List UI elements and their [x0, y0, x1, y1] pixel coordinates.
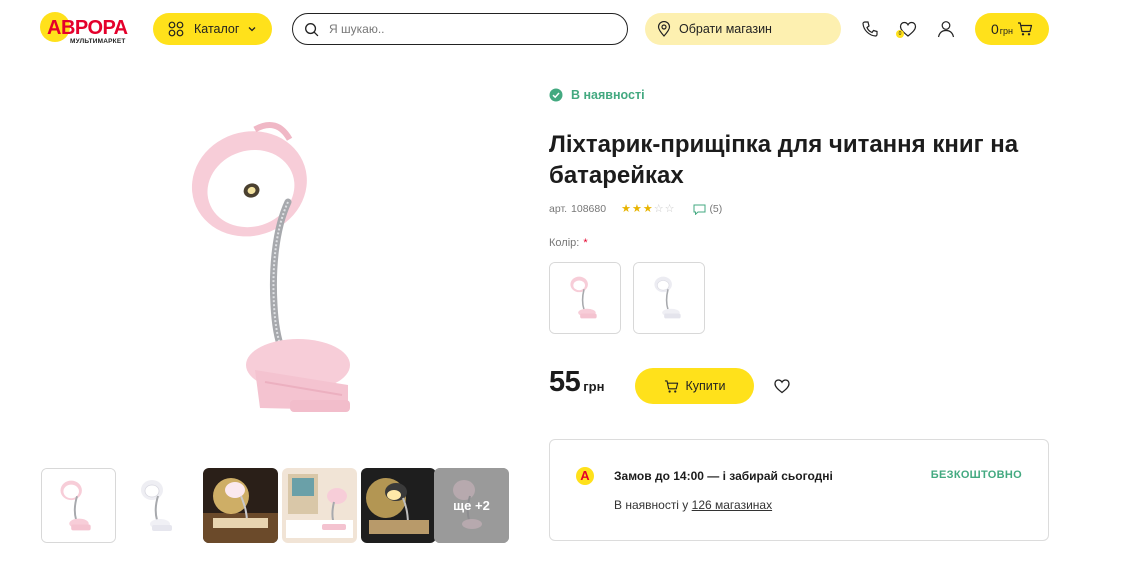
star-empty-icon: ☆ — [664, 202, 675, 215]
buy-button[interactable]: Купити — [635, 368, 754, 404]
cart-icon — [664, 379, 678, 393]
thumbnail-5[interactable] — [361, 468, 436, 543]
search-box — [292, 13, 628, 45]
catalog-button[interactable]: Каталог — [153, 13, 272, 45]
chevron-down-icon — [248, 27, 256, 32]
delivery-box: А Замов до 14:00 — і забирай сьогодні БЕ… — [549, 439, 1049, 541]
store-pickup-badge: А — [576, 467, 594, 485]
product-price: 55 грн — [549, 366, 604, 399]
availability-prefix: В наявності у — [614, 498, 689, 512]
phone-icon[interactable] — [860, 19, 880, 39]
search-icon[interactable] — [304, 22, 319, 37]
cart-button[interactable]: 0 грн — [975, 13, 1049, 45]
catalog-label: Каталог — [194, 22, 240, 36]
color-label-text: Колір: — [549, 237, 580, 249]
thumbnail-2[interactable] — [122, 468, 197, 543]
star-filled-icon: ★ — [642, 202, 653, 215]
comment-icon[interactable] — [693, 204, 706, 215]
price-value: 55 — [549, 366, 581, 398]
more-images-label: ще +2 — [453, 498, 490, 513]
product-title: Ліхтарик-прищіпка для читання книг на ба… — [549, 131, 1019, 189]
user-icon[interactable] — [936, 19, 956, 39]
favorites-count-badge: 0 — [896, 30, 904, 38]
price-currency: грн — [583, 379, 605, 394]
grid-icon — [168, 21, 184, 37]
star-empty-icon: ☆ — [653, 202, 664, 215]
stock-status-text: В наявності — [571, 88, 645, 102]
logo-text: АВРОРА — [47, 17, 128, 39]
logo-subtext: МУЛЬТИМАРКЕТ — [70, 38, 126, 45]
thumbnail-3[interactable] — [203, 468, 278, 543]
stock-status: В наявності — [549, 88, 645, 102]
cart-amount: 0 — [990, 21, 999, 37]
cart-icon — [1018, 22, 1033, 36]
rating-stars[interactable]: ★ ★ ★ ☆ ☆ — [621, 202, 675, 215]
star-filled-icon: ★ — [621, 202, 631, 215]
color-label: Колір: * — [549, 237, 588, 249]
product-main-image[interactable] — [170, 110, 370, 440]
availability-text: В наявності у 126 магазинах — [614, 498, 772, 512]
choose-store-button[interactable]: Обрати магазин — [645, 13, 841, 45]
buy-label: Купити — [685, 379, 726, 393]
logo[interactable]: АВРОРА МУЛЬТИМАРКЕТ — [40, 12, 136, 46]
wishlist-heart-icon[interactable] — [773, 377, 791, 394]
location-pin-icon — [657, 21, 671, 37]
article-label: арт. — [549, 203, 568, 215]
color-option-white[interactable] — [633, 262, 705, 334]
cart-currency: грн — [999, 25, 1014, 36]
choose-store-label: Обрати магазин — [679, 22, 772, 36]
star-filled-icon: ★ — [631, 202, 642, 215]
required-mark: * — [583, 237, 588, 249]
check-circle-icon — [549, 88, 563, 102]
site-header: АВРОРА МУЛЬТИМАРКЕТ Каталог Обрати магаз… — [0, 0, 1145, 58]
thumbnail-1[interactable] — [41, 468, 116, 543]
article-number: 108680 — [571, 203, 607, 215]
product-meta: арт. 108680 ★ ★ ★ ☆ ☆ (5) — [549, 203, 722, 215]
search-input[interactable] — [329, 22, 609, 36]
thumbnail-4[interactable] — [282, 468, 357, 543]
reviews-count[interactable]: (5) — [709, 203, 722, 215]
more-images-button[interactable]: ще +2 — [434, 468, 509, 543]
thumbnail-strip: ще +2 — [41, 468, 511, 544]
delivery-price: БЕЗКОШТОВНО — [930, 469, 1022, 481]
color-option-pink[interactable] — [549, 262, 621, 334]
delivery-headline: Замов до 14:00 — і забирай сьогодні — [614, 469, 833, 483]
stores-link[interactable]: 126 магазинах — [692, 498, 772, 512]
